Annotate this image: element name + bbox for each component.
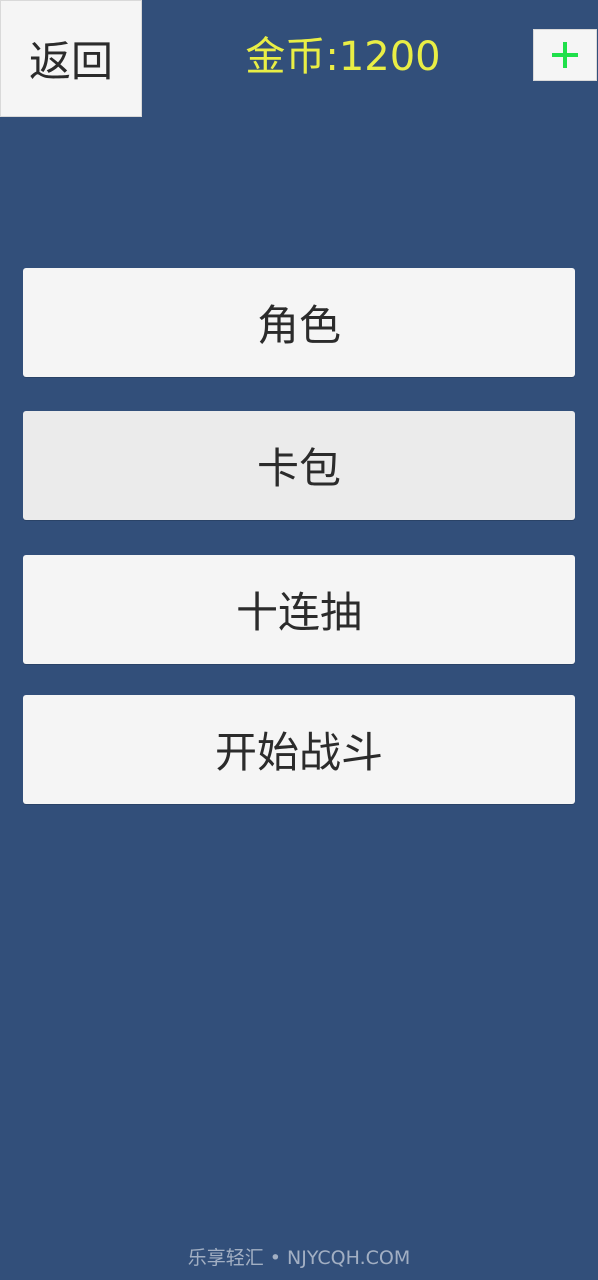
coin-balance: 金币:1200 [245, 34, 441, 80]
plus-icon [552, 42, 578, 68]
watermark: 乐享轻汇 • NJYCQH.COM [187, 1247, 411, 1269]
add-coins-button[interactable] [533, 29, 597, 81]
character-button[interactable]: 角色 [23, 268, 575, 377]
ten-draw-button[interactable]: 十连抽 [23, 555, 575, 664]
back-button[interactable]: 返回 [0, 0, 142, 117]
start-battle-button[interactable]: 开始战斗 [23, 695, 575, 804]
card-pack-button[interactable]: 卡包 [23, 411, 575, 520]
